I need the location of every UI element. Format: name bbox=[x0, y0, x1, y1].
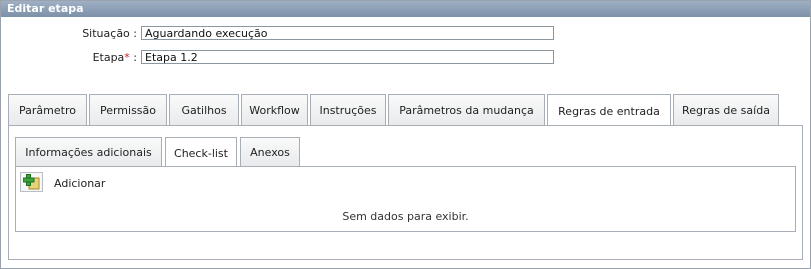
edit-step-panel: Editar etapa Situação : Etapa* : Parâmet… bbox=[0, 0, 811, 269]
situacao-field[interactable] bbox=[141, 26, 554, 40]
panel-title: Editar etapa bbox=[1, 1, 810, 17]
etapa-field[interactable] bbox=[141, 50, 554, 64]
tab-check-list[interactable]: Check-list bbox=[165, 137, 237, 168]
tab-content: Informações adicionais Check-list Anexos… bbox=[8, 125, 803, 260]
etapa-label: Etapa* : bbox=[92, 50, 137, 64]
tab-workflow[interactable]: Workflow bbox=[241, 94, 308, 125]
etapa-row: Etapa* : bbox=[1, 49, 554, 65]
situacao-row: Situação : bbox=[1, 25, 554, 41]
sub-tabs: Informações adicionais Check-list Anexos bbox=[15, 137, 303, 168]
add-document-icon bbox=[22, 174, 39, 190]
tab-parametros-da-mudanca[interactable]: Parâmetros da mudança bbox=[388, 94, 545, 125]
main-tabs: Parâmetro Permissão Gatilhos Workflow In… bbox=[8, 94, 781, 127]
tab-regras-de-entrada[interactable]: Regras de entrada bbox=[547, 94, 671, 127]
check-list-content: Adicionar Sem dados para exibir. bbox=[15, 166, 796, 232]
tab-parametro[interactable]: Parâmetro bbox=[8, 94, 87, 125]
situacao-label: Situação : bbox=[82, 26, 137, 40]
tab-permissao[interactable]: Permissão bbox=[89, 94, 167, 125]
add-label[interactable]: Adicionar bbox=[54, 177, 105, 190]
tab-gatilhos[interactable]: Gatilhos bbox=[169, 94, 239, 125]
tab-regras-de-saida[interactable]: Regras de saída bbox=[673, 94, 779, 125]
tab-instrucoes[interactable]: Instruções bbox=[310, 94, 386, 125]
tab-informacoes-adicionais[interactable]: Informações adicionais bbox=[15, 137, 162, 166]
tab-anexos[interactable]: Anexos bbox=[240, 137, 300, 166]
add-button[interactable] bbox=[20, 172, 43, 192]
empty-message: Sem dados para exibir. bbox=[342, 210, 469, 223]
